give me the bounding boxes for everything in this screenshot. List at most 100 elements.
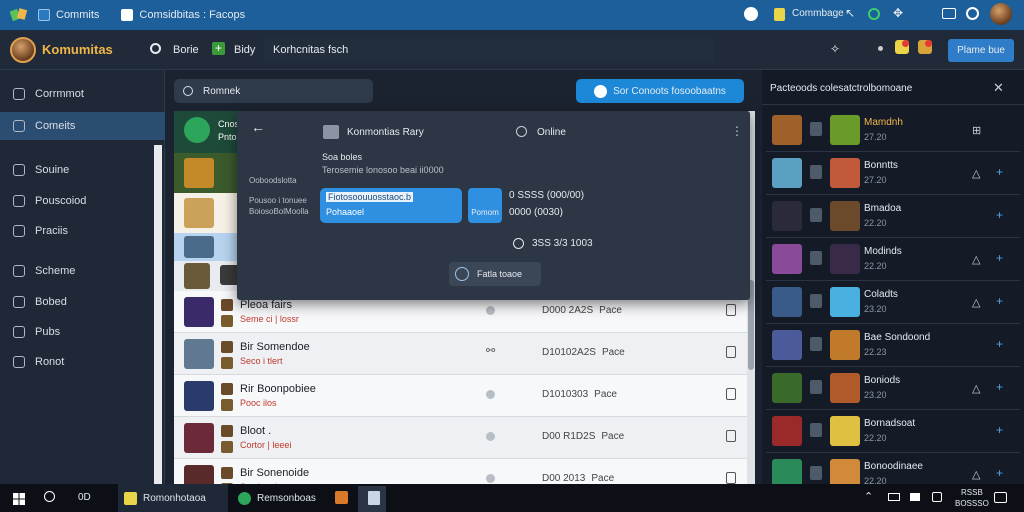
tab-document[interactable]: Comsidbitas : Facops [121, 9, 245, 21]
sync-icon[interactable] [868, 8, 880, 20]
row-date-value: D000 2A2S [542, 305, 594, 316]
add-icon[interactable]: + [212, 42, 225, 55]
close-icon[interactable]: ✕ [993, 80, 1004, 96]
app-3-icon[interactable] [335, 491, 348, 504]
list-item[interactable]: Mamdnh 27.20 ⊞ [766, 110, 1020, 152]
sidebar-item[interactable]: Souine [0, 156, 165, 184]
network-icon[interactable] [888, 493, 900, 501]
table-row[interactable]: Bloot . Cortor | leeei D00 R1D2S Pace [174, 417, 747, 459]
add-icon[interactable]: + [996, 380, 1003, 394]
item-name: Bmadoa [864, 203, 902, 214]
battery-icon[interactable] [910, 493, 920, 501]
start-conversation-button[interactable]: Sor Conoots fosoobaatns [576, 79, 744, 103]
row-date-value: D10102A2S [542, 347, 596, 358]
badge-icon [221, 441, 233, 453]
list-item[interactable]: Modinds 22.20 △ + [766, 239, 1020, 281]
lock-icon[interactable] [726, 430, 736, 442]
taskbar-app-2[interactable]: Remsonboas [232, 484, 328, 512]
profile-avatar[interactable] [10, 37, 36, 63]
list-item[interactable]: Bornadsoat 22.20 + [766, 411, 1020, 453]
nav-item-body[interactable]: Bidy [234, 44, 255, 56]
sidebar-item-label: Corrmmot [35, 88, 84, 100]
sidebar-scrollbar[interactable] [154, 145, 162, 484]
avatar [184, 465, 214, 484]
lock-icon[interactable] [726, 304, 736, 316]
nav-item-home[interactable]: Borie [173, 44, 199, 56]
row-date-value: D00 2013 [542, 473, 586, 484]
sidebar-item[interactable]: Comeits [0, 112, 165, 140]
header-primary-button[interactable]: Plame bue [948, 39, 1014, 62]
add-icon[interactable]: + [996, 294, 1003, 308]
cloud-icon[interactable]: △ [972, 382, 980, 395]
search-icon[interactable] [516, 126, 527, 137]
sidebar-item[interactable]: Corrmmot [0, 80, 165, 108]
lock-icon[interactable] [726, 388, 736, 400]
cloud-icon[interactable]: △ [972, 468, 980, 481]
brand-logo: Komumitas [42, 42, 113, 57]
radio-icon[interactable] [513, 238, 524, 249]
lock-icon[interactable] [726, 346, 736, 358]
more-vertical-icon[interactable]: ⋮ [731, 124, 743, 138]
taskbar-clock[interactable]: RSSB BOSSSO [955, 487, 989, 509]
add-icon[interactable]: + [996, 208, 1003, 222]
cloud-icon[interactable]: △ [972, 296, 980, 309]
item-name: Mamdnh [864, 117, 903, 128]
sidebar-item-label: Souine [35, 164, 70, 176]
notes-icon[interactable] [774, 8, 785, 21]
sidebar-item[interactable]: Pubs [0, 318, 165, 346]
send-button[interactable]: Pomom [468, 188, 502, 223]
grid-icon[interactable]: ⊞ [972, 124, 981, 137]
cloud-icon[interactable]: △ [972, 167, 980, 180]
message-input[interactable]: Fiotosoouuosstaoc.b Pohaaoel [320, 188, 462, 223]
arrow-left-icon[interactable]: ← [251, 119, 265, 135]
pin-icon[interactable]: ✧ [830, 42, 840, 56]
add-icon[interactable]: + [996, 466, 1003, 480]
avatar [830, 287, 860, 317]
add-icon[interactable]: + [996, 251, 1003, 265]
item-name: Modinds [864, 246, 902, 257]
list-item[interactable]: Coladts 23.20 △ + [766, 282, 1020, 324]
windows-start-icon[interactable] [13, 492, 25, 505]
search-icon[interactable] [150, 43, 161, 54]
document-icon [121, 9, 134, 21]
table-row[interactable]: Bir SonenoideSec i toelD00 2013Pace [174, 459, 747, 484]
list-item[interactable]: Bmadoa 22.20 + [766, 196, 1020, 238]
sidebar-item[interactable]: Praciis [0, 217, 165, 245]
sidebar-item-label: Praciis [35, 225, 69, 237]
search-input[interactable]: Romnek [174, 79, 373, 103]
contact-avatar [323, 125, 339, 139]
notifications-icon[interactable] [994, 492, 1007, 503]
lock-icon[interactable] [726, 472, 736, 484]
tray-chevron-icon[interactable]: ⌃ [864, 490, 873, 503]
divider [762, 104, 1024, 105]
sidebar-item[interactable]: Scheme [0, 257, 165, 285]
sidebar-item[interactable]: Bobed [0, 288, 165, 316]
sidebar-item[interactable]: Ronot [0, 348, 165, 376]
cloud-icon[interactable]: △ [972, 253, 980, 266]
add-icon[interactable]: + [996, 423, 1003, 437]
avatar [830, 416, 860, 446]
item-subtitle: 23.20 [864, 390, 887, 400]
popup-action-button[interactable]: Fatla toaoe [449, 262, 541, 286]
settings-icon[interactable] [966, 7, 979, 20]
item-name: Bonntts [864, 160, 898, 171]
thumbnail [772, 201, 802, 231]
add-icon[interactable]: + [996, 165, 1003, 179]
volume-icon[interactable] [932, 492, 942, 502]
search-icon[interactable] [44, 491, 55, 502]
list-item[interactable]: Boniods 23.20 △ + [766, 368, 1020, 410]
sidebar-item-icon [13, 225, 25, 237]
sidebar-item[interactable]: Pouscoiod [0, 187, 165, 215]
list-item[interactable]: Bonntts 27.20 △ + [766, 153, 1020, 195]
puzzle-icon[interactable]: ✥ [893, 6, 903, 20]
user-avatar[interactable] [990, 3, 1012, 25]
table-row[interactable]: Rir Boonpobiee Pooc ilos D1010303 Pace [174, 375, 747, 417]
taskbar-app-1[interactable]: Romonhotaoa [118, 484, 228, 512]
table-row[interactable]: Bir Somendoe Seco i tlert ⚯ D10102A2S Pace [174, 333, 747, 375]
record-icon[interactable] [744, 7, 758, 21]
sidebar-item-label: Comeits [35, 120, 76, 132]
item-name: Bornadsoat [864, 418, 916, 429]
screen-icon[interactable] [942, 8, 956, 19]
add-icon[interactable]: + [996, 337, 1003, 351]
list-item[interactable]: Bae Sondoond 22.23 + [766, 325, 1020, 367]
